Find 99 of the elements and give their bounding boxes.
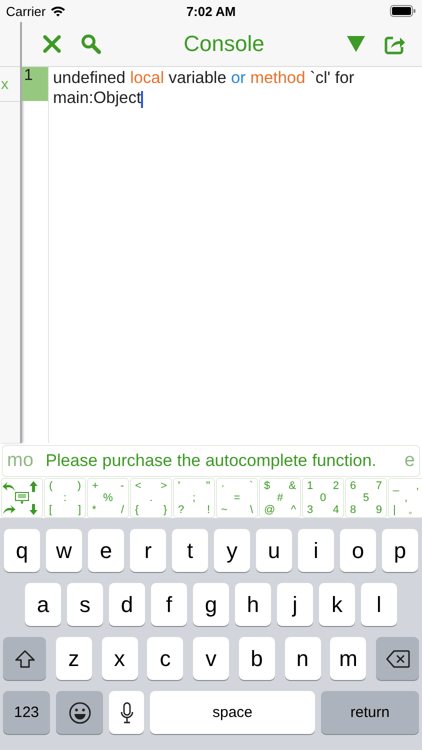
redo-arrow-icon[interactable]	[2, 504, 16, 515]
battery-icon	[390, 5, 416, 17]
emoji-icon	[68, 700, 92, 724]
symbol-key[interactable]: 3	[307, 504, 314, 516]
letter-key[interactable]: y	[214, 529, 250, 572]
status-time: 7:02 AM	[186, 4, 236, 18]
microphone-icon	[120, 702, 134, 724]
letter-key[interactable]: i	[298, 529, 334, 572]
symbol-key[interactable]: |	[393, 504, 396, 516]
symbol-key[interactable]: .	[149, 492, 153, 504]
letter-key[interactable]: g	[193, 583, 229, 626]
letter-key[interactable]: x	[102, 637, 138, 680]
symbol-key[interactable]: ?	[178, 504, 184, 516]
letter-key[interactable]: z	[56, 637, 92, 680]
up-arrow-icon[interactable]	[29, 481, 38, 492]
symbol-key[interactable]: #	[276, 492, 284, 504]
symbol-key[interactable]: 0	[320, 492, 326, 504]
letter-key[interactable]: j	[277, 583, 313, 626]
symbol-key[interactable]: "	[206, 480, 210, 492]
symbol-key[interactable]: ,	[416, 480, 419, 492]
letter-key[interactable]: s	[67, 583, 103, 626]
letter-key[interactable]: p	[382, 529, 418, 572]
letter-key[interactable]: w	[46, 529, 82, 572]
symbol-key[interactable]: {	[135, 504, 139, 516]
symbol-key[interactable]: 5	[362, 492, 370, 504]
symbol-key[interactable]: (	[49, 480, 53, 492]
backspace-key[interactable]	[376, 637, 419, 680]
letter-key[interactable]: e	[88, 529, 124, 572]
symbol-key[interactable]: $	[264, 480, 270, 492]
letter-key[interactable]: b	[238, 637, 275, 680]
symbol-key[interactable]: 9	[376, 504, 382, 516]
line-number: 1	[22, 67, 48, 101]
symbol-key[interactable]: \	[250, 504, 253, 516]
side-panel-text[interactable]: x	[0, 76, 8, 92]
nav-title: Console	[182, 31, 266, 57]
return-key[interactable]: return	[321, 691, 419, 734]
symbol-key[interactable]: %	[103, 492, 113, 504]
symbol-key[interactable]: !	[206, 504, 210, 516]
symbol-key[interactable]: -	[120, 480, 124, 492]
symbol-key[interactable]: 4	[332, 504, 339, 516]
letter-key[interactable]: v	[193, 637, 229, 680]
emoji-key[interactable]	[56, 691, 103, 734]
letter-key[interactable]: l	[361, 583, 397, 626]
letter-key[interactable]: d	[109, 583, 145, 626]
shift-key[interactable]	[3, 637, 46, 680]
symbol-key[interactable]: '	[178, 480, 180, 492]
letter-key[interactable]: r	[130, 529, 166, 572]
symbol-key[interactable]: 6	[350, 480, 356, 492]
symbol-key[interactable]: [	[49, 504, 52, 516]
symbol-key[interactable]: ~	[221, 504, 228, 516]
suggestion[interactable]: mo	[7, 450, 34, 472]
symbol-key[interactable]: 1	[307, 480, 314, 492]
letter-key[interactable]: h	[235, 583, 271, 626]
symbol-key[interactable]: `	[249, 480, 253, 492]
symbol-key[interactable]: +	[92, 480, 98, 492]
letter-key[interactable]: o	[340, 529, 376, 572]
letter-key[interactable]: k	[319, 583, 355, 626]
close-icon[interactable]	[40, 32, 64, 56]
symbol-key[interactable]: <	[135, 480, 142, 492]
down-arrow-icon[interactable]	[29, 504, 38, 515]
purchase-message: Please purchase the autocomplete function.	[46, 451, 376, 471]
symbol-key[interactable]: 7	[376, 480, 382, 492]
symbol-key[interactable]: >	[160, 480, 167, 492]
symbol-key[interactable]: }	[163, 504, 167, 516]
backspace-icon	[386, 650, 410, 668]
symbol-key[interactable]: 8	[350, 504, 356, 516]
letter-key[interactable]: u	[256, 529, 292, 572]
code-line: undefined local variable or method `cl' for main:Object	[53, 68, 356, 108]
letter-key[interactable]: m	[330, 637, 366, 680]
symbol-key[interactable]: 。	[408, 504, 419, 516]
symbol-key[interactable]: ·	[221, 480, 225, 492]
letter-key[interactable]: t	[172, 529, 208, 572]
symbol-key[interactable]: ]	[78, 504, 81, 516]
symbol-key[interactable]: 2	[332, 480, 339, 492]
symbol-key[interactable]: @	[264, 504, 276, 516]
undo-arrow-icon[interactable]	[2, 481, 16, 492]
numbers-key[interactable]: 123	[3, 691, 50, 734]
keyboard-icon[interactable]	[15, 492, 29, 504]
letter-key[interactable]: a	[25, 583, 61, 626]
symbol-key[interactable]: =	[234, 492, 240, 504]
symbol-key[interactable]: ,	[404, 492, 408, 504]
shift-icon	[14, 650, 34, 668]
symbol-key[interactable]: )	[77, 480, 81, 492]
symbol-key[interactable]: &	[288, 480, 296, 492]
microphone-key[interactable]	[109, 691, 144, 734]
space-key[interactable]: space	[150, 691, 315, 734]
letter-key[interactable]: c	[147, 637, 184, 680]
wifi-icon	[50, 5, 66, 17]
symbol-key[interactable]: :	[63, 492, 67, 504]
suggestion[interactable]: e	[404, 450, 415, 472]
symbol-key[interactable]: *	[92, 504, 96, 516]
symbol-key[interactable]: _	[393, 480, 400, 492]
letter-key[interactable]: q	[4, 529, 40, 572]
symbol-key[interactable]: ^	[290, 504, 296, 516]
letter-key[interactable]: n	[284, 637, 320, 680]
symbol-key[interactable]: ;	[192, 492, 196, 504]
carrier-name: Carrier	[6, 4, 46, 18]
letter-key[interactable]: f	[151, 583, 187, 626]
symbol-key[interactable]: /	[120, 504, 124, 516]
